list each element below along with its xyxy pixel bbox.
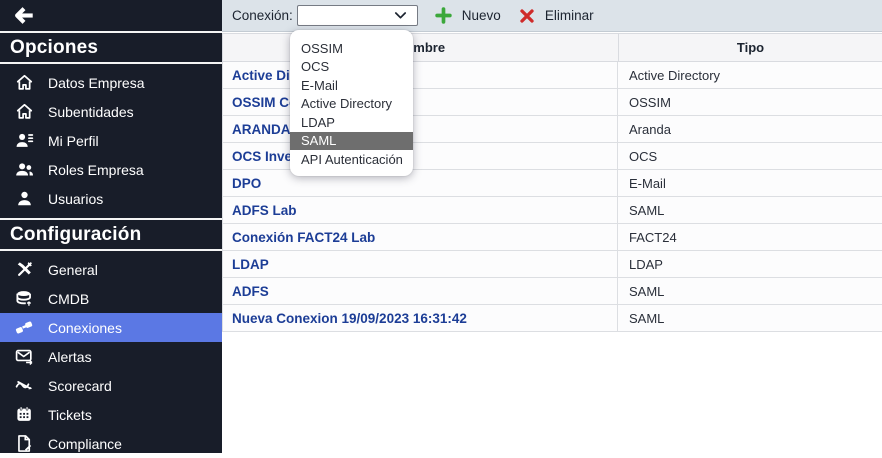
sidebar-item-conexiones[interactable]: Conexiones — [0, 313, 222, 342]
people-icon — [13, 160, 35, 179]
sidebar-item-label: Datos Empresa — [48, 75, 144, 91]
sidebar-item-compliance[interactable]: Compliance — [0, 429, 222, 458]
dropdown-option[interactable]: E-Mail — [290, 76, 413, 95]
eliminar-button-label: Eliminar — [545, 8, 594, 23]
sidebar-item-label: Subentidades — [48, 104, 134, 120]
sidebar-item-label: Conexiones — [48, 320, 122, 336]
row-name-link[interactable]: OSSIM Con — [222, 89, 618, 115]
nuevo-button[interactable]: Nuevo — [433, 7, 501, 24]
home-icon — [13, 73, 35, 92]
sidebar-item-label: General — [48, 262, 98, 278]
column-header-nombre: Nombre — [223, 34, 619, 61]
row-name-link[interactable]: Nueva Conexion 19/09/2023 16:31:42 — [222, 305, 618, 331]
table-row[interactable]: ADFS Lab SAML — [222, 197, 882, 224]
row-tipo-value: LDAP — [618, 251, 882, 277]
tools-icon — [13, 260, 35, 279]
sidebar-item-label: Alertas — [48, 349, 92, 365]
table-row[interactable]: Conexión FACT24 Lab FACT24 — [222, 224, 882, 251]
sidebar-item-alertas[interactable]: Alertas — [0, 342, 222, 371]
sidebar-item-label: Mi Perfil — [48, 133, 99, 149]
sidebar-item-usuarios[interactable]: Usuarios — [0, 184, 222, 213]
sidebar-item-roles-empresa[interactable]: Roles Empresa — [0, 155, 222, 184]
row-name-link[interactable]: ADFS — [222, 278, 618, 304]
sidebar-item-general[interactable]: General — [0, 255, 222, 284]
row-tipo-value: SAML — [618, 278, 882, 304]
trend-icon — [13, 376, 35, 395]
person-list-icon — [13, 131, 35, 150]
nuevo-button-label: Nuevo — [462, 8, 501, 23]
sidebar-item-scorecard[interactable]: Scorecard — [0, 371, 222, 400]
sidebar-item-datos-empresa[interactable]: Datos Empresa — [0, 68, 222, 97]
calendar-icon — [13, 405, 35, 424]
row-name-link[interactable]: OCS Invent — [222, 143, 618, 169]
row-tipo-value: SAML — [618, 197, 882, 223]
sidebar-item-label: Compliance — [48, 436, 122, 452]
connection-select-label: Conexión: — [232, 8, 293, 23]
row-tipo-value: OCS — [618, 143, 882, 169]
row-name-link[interactable]: LDAP — [222, 251, 618, 277]
row-tipo-value: FACT24 — [618, 224, 882, 250]
row-tipo-value: Aranda — [618, 116, 882, 142]
row-tipo-value: SAML — [618, 305, 882, 331]
row-tipo-value: OSSIM — [618, 89, 882, 115]
row-tipo-value: Active Directory — [618, 62, 882, 88]
sidebar-item-cmdb[interactable]: CMDB — [0, 284, 222, 313]
chevron-down-icon — [390, 8, 412, 23]
row-tipo-value: E-Mail — [618, 170, 882, 196]
row-name-link[interactable]: ARANDA SC — [222, 116, 618, 142]
dropdown-option[interactable]: SAML — [290, 132, 413, 151]
dropdown-option[interactable]: OCS — [290, 58, 413, 77]
sidebar: Opciones Datos Empresa Subentidades Mi P… — [0, 0, 222, 453]
sidebar-item-subentidades[interactable]: Subentidades — [0, 97, 222, 126]
sidebar-section-title: Opciones — [0, 33, 222, 64]
table-row[interactable]: LDAP LDAP — [222, 251, 882, 278]
eliminar-button[interactable]: Eliminar — [516, 8, 594, 24]
row-name-link[interactable]: DPO — [222, 170, 618, 196]
connection-select[interactable] — [297, 5, 418, 26]
connection-type-dropdown: OSSIM OCS E-Mail Active Directory LDAP S… — [290, 30, 413, 176]
sidebar-item-label: Usuarios — [48, 191, 103, 207]
dropdown-option[interactable]: API Autenticación — [290, 150, 413, 169]
back-button[interactable] — [13, 4, 35, 27]
document-icon — [13, 434, 35, 453]
sidebar-section-title: Configuración — [0, 220, 222, 251]
sidebar-header — [0, 0, 222, 33]
home-icon — [13, 102, 35, 121]
table-row[interactable]: ADFS SAML — [222, 278, 882, 305]
dropdown-option[interactable]: Active Directory — [290, 95, 413, 114]
sidebar-item-label: CMDB — [48, 291, 89, 307]
x-icon — [516, 8, 538, 24]
table-row[interactable]: Nueva Conexion 19/09/2023 16:31:42 SAML — [222, 305, 882, 332]
row-name-link[interactable]: Active Dire — [222, 62, 618, 88]
sidebar-item-label: Scorecard — [48, 378, 112, 394]
mail-arrow-icon — [13, 347, 35, 366]
sidebar-item-label: Roles Empresa — [48, 162, 144, 178]
toolbar: Conexión: Nuevo Eliminar — [222, 0, 882, 32]
plug-icon — [13, 318, 35, 337]
sidebar-item-label: Tickets — [48, 407, 92, 423]
dropdown-option[interactable]: LDAP — [290, 113, 413, 132]
person-icon — [13, 189, 35, 208]
database-icon — [13, 289, 35, 308]
sidebar-item-mi-perfil[interactable]: Mi Perfil — [0, 126, 222, 155]
arrow-left-icon — [13, 4, 35, 27]
row-name-link[interactable]: Conexión FACT24 Lab — [222, 224, 618, 250]
dropdown-option[interactable]: OSSIM — [290, 39, 413, 58]
plus-icon — [433, 7, 455, 24]
sidebar-item-tickets[interactable]: Tickets — [0, 400, 222, 429]
column-header-tipo: Tipo — [619, 34, 882, 61]
row-name-link[interactable]: ADFS Lab — [222, 197, 618, 223]
